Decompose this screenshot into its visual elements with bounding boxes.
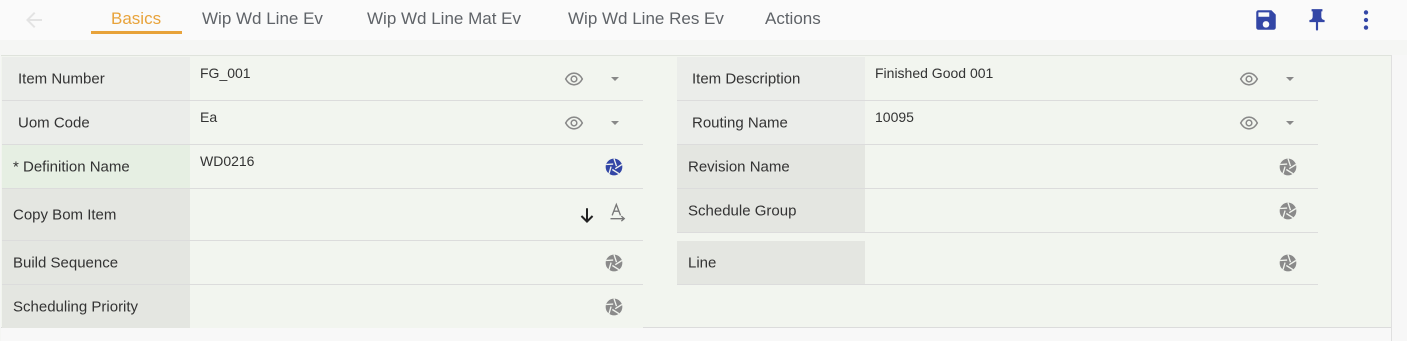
basics-form-panel: Item Number FG_001 Uom Code Ea * Definit… <box>1 55 1391 329</box>
item-description-value: Finished Good 001 <box>875 65 994 81</box>
tab-wip-wd-line-res-ev[interactable]: Wip Wd Line Res Ev <box>568 9 724 29</box>
aperture-icon[interactable] <box>604 157 624 177</box>
uom-code-value: Ea <box>200 109 218 125</box>
build-sequence-label: Build Sequence <box>13 254 119 271</box>
eye-icon[interactable] <box>564 113 584 133</box>
tab-actions[interactable]: Actions <box>765 9 821 29</box>
line-label: Line <box>688 254 717 271</box>
field-copy-bom-item: Copy Bom Item <box>2 189 643 241</box>
back-arrow-icon[interactable] <box>22 8 46 32</box>
field-schedule-group: Schedule Group <box>677 189 1318 233</box>
field-label: * Definition Name <box>2 145 190 188</box>
field-label: Item Number <box>2 57 190 100</box>
more-vertical-icon[interactable] <box>1353 7 1379 33</box>
arrow-down-icon[interactable] <box>577 206 597 226</box>
aperture-icon[interactable] <box>604 297 624 317</box>
scheduling-priority-input[interactable] <box>190 285 643 328</box>
copy-bom-item-input[interactable] <box>190 189 643 240</box>
uom-code-label: Uom Code <box>18 114 90 131</box>
field-revision-name: Revision Name <box>677 145 1318 189</box>
field-label: Routing Name <box>677 101 865 144</box>
text-format-icon[interactable] <box>608 202 628 222</box>
uom-code-input[interactable]: Ea <box>190 101 643 144</box>
active-tab-indicator <box>91 31 182 34</box>
aperture-icon[interactable] <box>1278 201 1298 221</box>
tab-wip-wd-line-ev[interactable]: Wip Wd Line Ev <box>202 9 323 29</box>
aperture-icon[interactable] <box>604 253 624 273</box>
field-routing-name: Routing Name 10095 <box>677 101 1318 145</box>
caret-down-icon[interactable] <box>1286 77 1294 81</box>
item-description-input[interactable]: Finished Good 001 <box>865 57 1318 100</box>
copy-bom-item-label: Copy Bom Item <box>13 206 117 223</box>
scheduling-priority-label: Scheduling Priority <box>13 298 139 315</box>
caret-down-icon[interactable] <box>611 77 619 81</box>
field-label: Item Description <box>677 57 865 100</box>
line-input[interactable] <box>865 241 1318 284</box>
routing-name-value: 10095 <box>875 109 914 125</box>
build-sequence-input[interactable] <box>190 241 643 284</box>
field-scheduling-priority: Scheduling Priority <box>2 285 643 329</box>
schedule-group-label: Schedule Group <box>688 202 797 219</box>
item-description-label: Item Description <box>692 70 801 87</box>
field-label: Revision Name <box>677 145 865 188</box>
field-definition-name: * Definition Name WD0216 <box>2 145 643 189</box>
field-line: Line <box>677 241 1318 285</box>
routing-name-input[interactable]: 10095 <box>865 101 1318 144</box>
eye-icon[interactable] <box>564 69 584 89</box>
revision-name-label: Revision Name <box>688 158 790 175</box>
field-item-number: Item Number FG_001 <box>2 57 643 101</box>
revision-name-input[interactable] <box>865 145 1318 188</box>
definition-name-input[interactable]: WD0216 <box>190 145 643 188</box>
tab-wip-wd-line-mat-ev[interactable]: Wip Wd Line Mat Ev <box>367 9 521 29</box>
schedule-group-input[interactable] <box>865 189 1318 232</box>
eye-icon[interactable] <box>1239 113 1259 133</box>
field-uom-code: Uom Code Ea <box>2 101 643 145</box>
field-label: Uom Code <box>2 101 190 144</box>
field-label: Line <box>677 241 865 284</box>
item-number-input[interactable]: FG_001 <box>190 57 643 100</box>
definition-name-label: * Definition Name <box>13 158 130 175</box>
pin-icon[interactable] <box>1304 7 1330 33</box>
field-item-description: Item Description Finished Good 001 <box>677 57 1318 101</box>
definition-name-value: WD0216 <box>200 153 255 169</box>
tab-basics[interactable]: Basics <box>111 9 161 29</box>
top-toolbar: Basics Wip Wd Line Ev Wip Wd Line Mat Ev… <box>0 0 1407 40</box>
item-number-value: FG_001 <box>200 65 251 81</box>
aperture-icon[interactable] <box>1278 253 1298 273</box>
caret-down-icon[interactable] <box>611 121 619 125</box>
save-icon[interactable] <box>1253 7 1279 33</box>
field-label: Scheduling Priority <box>2 285 190 328</box>
scrollbar-track[interactable] <box>1391 55 1407 341</box>
field-label: Build Sequence <box>2 241 190 284</box>
eye-icon[interactable] <box>1239 69 1259 89</box>
aperture-icon[interactable] <box>1278 157 1298 177</box>
item-number-label: Item Number <box>18 70 105 87</box>
field-build-sequence: Build Sequence <box>2 241 643 285</box>
panel-footer-strip <box>1 328 1391 341</box>
field-label: Copy Bom Item <box>2 189 190 240</box>
field-label: Schedule Group <box>677 189 865 232</box>
caret-down-icon[interactable] <box>1286 121 1294 125</box>
routing-name-label: Routing Name <box>692 114 788 131</box>
